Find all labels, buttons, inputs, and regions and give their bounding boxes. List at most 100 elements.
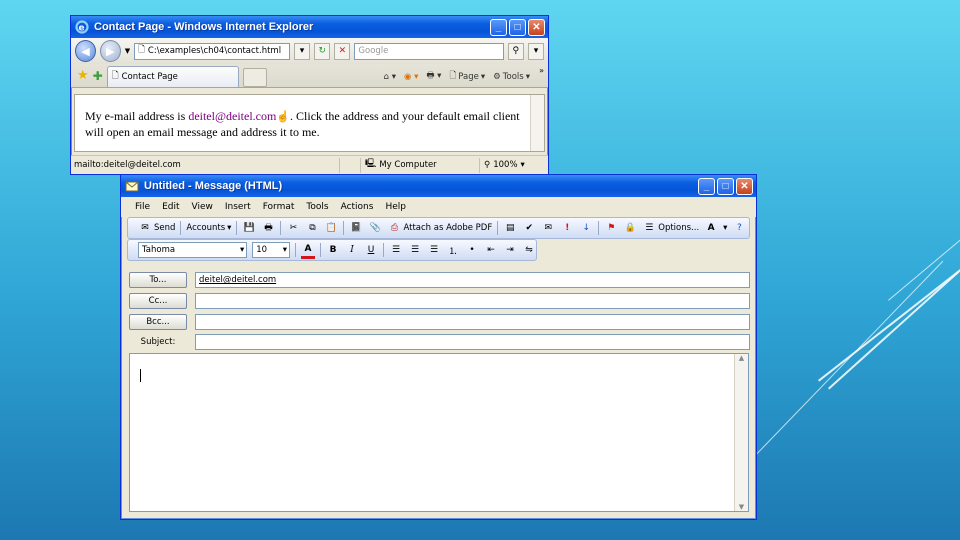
paste-icon[interactable]: 📋 xyxy=(324,221,338,235)
add-favorites-icon[interactable]: ✚ xyxy=(93,69,103,83)
message-body-editor[interactable]: ▲ ▼ xyxy=(129,353,749,512)
font-size-select[interactable]: 10 ▾ xyxy=(252,242,290,258)
font-style-icon[interactable]: A xyxy=(704,221,718,235)
close-button[interactable]: ✕ xyxy=(736,177,753,195)
envelope-icon xyxy=(125,179,139,193)
highlight-icon[interactable]: ⇋ xyxy=(522,243,536,257)
status-zoom-value: 100% xyxy=(493,160,518,170)
underline-icon[interactable]: U xyxy=(364,243,378,257)
bcc-button-label: Bcc... xyxy=(146,317,170,327)
permission-icon[interactable]: 🔒 xyxy=(623,221,637,235)
send-button[interactable]: ✉ Send xyxy=(138,221,175,235)
new-tab-button[interactable] xyxy=(242,68,267,87)
cc-field[interactable] xyxy=(195,293,750,309)
cc-button[interactable]: Cc... xyxy=(129,293,187,309)
scroll-down-icon[interactable]: ▼ xyxy=(739,503,744,511)
email-link[interactable]: deitel@deitel.com xyxy=(188,109,276,123)
cut-icon[interactable]: ✂ xyxy=(286,221,300,235)
align-left-icon[interactable]: ☰ xyxy=(389,243,403,257)
toolbar-overflow[interactable]: ▾ xyxy=(723,223,727,233)
business-card-icon[interactable]: ▤ xyxy=(503,221,517,235)
home-icon[interactable]: ⌂ ▾ xyxy=(384,72,396,82)
menu-tools[interactable]: Tools xyxy=(306,202,328,212)
menu-edit[interactable]: Edit xyxy=(162,202,179,212)
feeds-icon[interactable]: ◉ ▾ xyxy=(404,72,418,82)
address-input[interactable]: 🗋 C:\examples\ch04\contact.html xyxy=(134,42,290,60)
chevron-down-icon: ▾ xyxy=(520,160,525,170)
increase-indent-icon[interactable]: ⇥ xyxy=(503,243,517,257)
align-right-icon[interactable]: ☰ xyxy=(427,243,441,257)
body-scrollbar[interactable]: ▲ ▼ xyxy=(734,354,748,511)
accounts-button[interactable]: Accounts ▾ xyxy=(186,223,231,233)
ie-titlebar[interactable]: e Contact Page - Windows Internet Explor… xyxy=(71,16,548,38)
search-placeholder: Google xyxy=(358,46,389,56)
address-dropdown-button[interactable]: ▾ xyxy=(294,42,311,60)
close-button[interactable]: ✕ xyxy=(528,18,545,36)
bullet-list-icon[interactable]: • xyxy=(465,243,479,257)
status-zone[interactable]: 🖳 My Computer xyxy=(360,157,479,173)
chevron-more-icon[interactable]: » xyxy=(539,66,544,75)
bold-icon[interactable]: B xyxy=(326,243,340,257)
page-icon: 🗋 xyxy=(449,70,457,81)
refresh-button[interactable]: ↻ xyxy=(314,42,331,60)
maximize-button[interactable]: □ xyxy=(717,177,734,195)
search-icon[interactable]: ⚲ xyxy=(507,42,524,60)
menu-view[interactable]: View xyxy=(192,202,213,212)
toolbar-separator xyxy=(383,243,384,257)
follow-up-icon[interactable]: ✉ xyxy=(541,221,555,235)
tools-menu-button[interactable]: ⚙ Tools ▾ xyxy=(493,72,530,82)
menu-format[interactable]: Format xyxy=(263,202,295,212)
help-icon[interactable]: ? xyxy=(732,221,746,235)
attach-file-icon[interactable]: 📎 xyxy=(368,221,382,235)
bcc-field[interactable] xyxy=(195,314,750,330)
save-icon[interactable]: 💾 xyxy=(242,221,256,235)
font-color-icon[interactable]: A xyxy=(301,242,315,259)
history-dropdown-icon[interactable]: ▼ xyxy=(125,47,130,55)
back-button[interactable]: ◀ xyxy=(75,40,96,62)
page-menu-label: Page xyxy=(458,71,479,82)
numbered-list-icon[interactable]: ⒈ xyxy=(446,243,460,257)
check-names-icon[interactable]: ✔ xyxy=(522,221,536,235)
to-button[interactable]: To... xyxy=(129,272,187,288)
copy-icon[interactable]: ⧉ xyxy=(305,221,319,235)
cc-button-label: Cc... xyxy=(148,296,168,306)
flag-icon[interactable]: ⚑ xyxy=(604,221,618,235)
options-button[interactable]: ☰ Options... xyxy=(642,221,699,235)
menu-file[interactable]: File xyxy=(135,202,150,212)
page-menu-button[interactable]: 🗋 Page ▾ xyxy=(449,70,485,84)
high-importance-icon[interactable]: ! xyxy=(560,221,574,235)
stop-button[interactable]: ✕ xyxy=(334,42,351,60)
status-zoom[interactable]: ⚲ 100% ▾ xyxy=(479,157,529,173)
bcc-button[interactable]: Bcc... xyxy=(129,314,187,330)
menu-help[interactable]: Help xyxy=(385,202,406,212)
minimize-button[interactable]: _ xyxy=(698,177,715,195)
italic-icon[interactable]: I xyxy=(345,243,359,257)
to-button-label: To... xyxy=(149,275,167,285)
print-icon[interactable]: 🖶 ▾ xyxy=(426,70,441,84)
search-options-button[interactable]: ▾ xyxy=(527,42,545,60)
minimize-button[interactable]: _ xyxy=(490,18,507,36)
message-window: Untitled - Message (HTML) _ □ ✕ File Edi… xyxy=(120,174,757,520)
address-book-icon[interactable]: 📓 xyxy=(349,221,363,235)
ie-scrollbar[interactable] xyxy=(530,95,544,151)
low-importance-icon[interactable]: ↓ xyxy=(579,221,593,235)
bcc-row: Bcc... xyxy=(129,314,750,330)
subject-field[interactable] xyxy=(195,334,750,350)
search-input[interactable]: Google xyxy=(354,42,504,60)
menu-actions[interactable]: Actions xyxy=(341,202,374,212)
decrease-indent-icon[interactable]: ⇤ xyxy=(484,243,498,257)
accounts-label: Accounts xyxy=(186,223,226,233)
menu-insert[interactable]: Insert xyxy=(225,202,251,212)
forward-button[interactable]: ▶ xyxy=(99,40,121,62)
align-center-icon[interactable]: ☰ xyxy=(408,243,422,257)
favorites-star-icon[interactable]: ★ xyxy=(77,68,89,83)
attach-pdf-button[interactable]: ⎙ Attach as Adobe PDF xyxy=(387,221,492,235)
print-icon[interactable]: 🖶 xyxy=(261,221,275,235)
scroll-up-icon[interactable]: ▲ xyxy=(739,354,744,362)
maximize-button[interactable]: □ xyxy=(509,18,526,36)
tab-contact-page[interactable]: 🗋 Contact Page xyxy=(106,66,239,87)
to-field[interactable]: deitel@deitel.com xyxy=(195,272,750,288)
message-titlebar[interactable]: Untitled - Message (HTML) _ □ ✕ xyxy=(121,175,756,197)
options-icon: ☰ xyxy=(645,223,654,233)
font-family-select[interactable]: Tahoma ▾ xyxy=(138,242,248,258)
